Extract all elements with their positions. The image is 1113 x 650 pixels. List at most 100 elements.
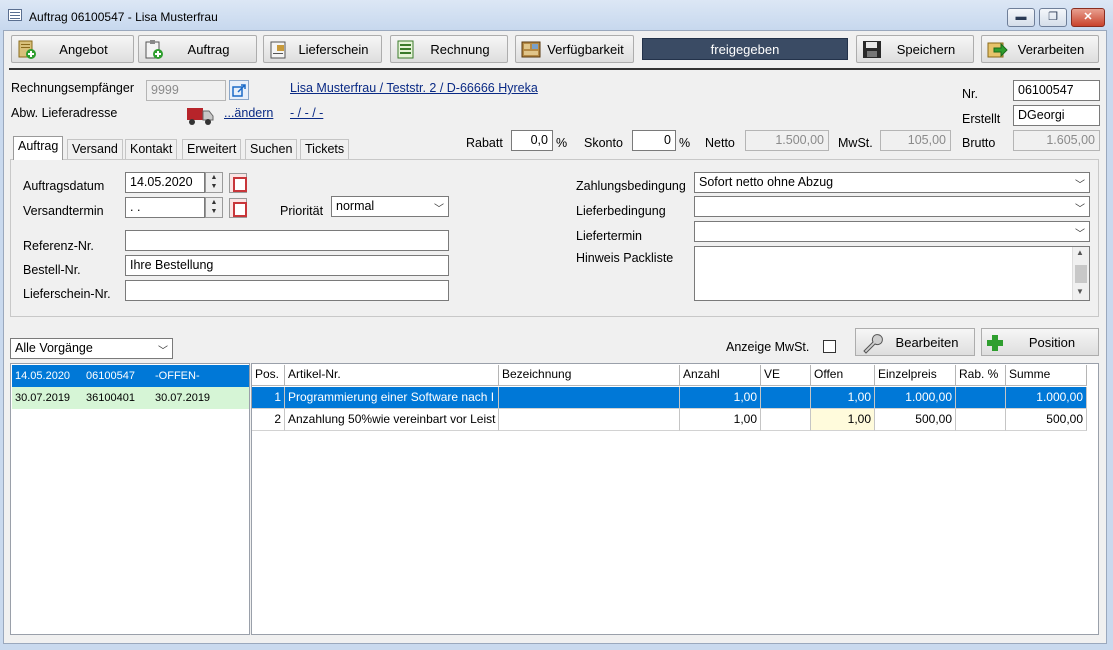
zahlungsbedingung-value: Sofort netto ohne Abzug bbox=[699, 175, 834, 189]
column-header-einzelpreis[interactable]: Einzelpreis bbox=[875, 365, 956, 386]
clipboard-add-icon bbox=[145, 40, 163, 59]
tab-erweitert[interactable]: Erweitert bbox=[182, 139, 242, 159]
erstellt-field[interactable]: DGeorgi bbox=[1013, 105, 1100, 126]
list-item-date: 30.07.2019 bbox=[15, 392, 71, 404]
auftragsdatum-field[interactable]: 14.05.2020 bbox=[125, 172, 205, 193]
cell-einzelpreis[interactable]: 1.000,00 bbox=[875, 387, 956, 409]
verarbeiten-button[interactable]: Verarbeiten bbox=[981, 35, 1099, 63]
cell-summe[interactable]: 1.000,00 bbox=[1006, 387, 1087, 409]
prioritaet-select[interactable]: normal ﹀ bbox=[331, 196, 449, 217]
lieferbedingung-label: Lieferbedingung bbox=[576, 204, 666, 218]
angebot-button[interactable]: Angebot bbox=[11, 35, 134, 63]
list-item[interactable]: 14.05.2020 06100547 -OFFEN- bbox=[12, 365, 249, 387]
anzeige-mwst-checkbox[interactable] bbox=[823, 340, 836, 353]
hinweis-packliste-textarea[interactable] bbox=[694, 246, 1090, 301]
column-header-summe[interactable]: Summe bbox=[1006, 365, 1087, 386]
cell-pos[interactable]: 1 bbox=[252, 387, 285, 409]
skonto-field[interactable]: 0 bbox=[632, 130, 676, 151]
cell-rabatt[interactable] bbox=[956, 387, 1006, 409]
column-header-anzahl[interactable]: Anzahl bbox=[680, 365, 761, 386]
tab-auftrag[interactable]: Auftrag bbox=[13, 136, 64, 160]
minimize-button[interactable]: ▬ bbox=[1007, 8, 1035, 27]
process-arrow-icon bbox=[987, 42, 1008, 58]
column-header-ve[interactable]: VE bbox=[761, 365, 811, 386]
column-header-offen[interactable]: Offen bbox=[811, 365, 875, 386]
cell-pos[interactable]: 2 bbox=[252, 409, 285, 431]
lieferbedingung-select[interactable]: ﹀ bbox=[694, 196, 1090, 217]
versandtermin-label: Versandtermin bbox=[23, 204, 104, 218]
cell-artikel[interactable]: Anzahlung 50%wie vereinbart vor Leist bbox=[285, 409, 499, 431]
cell-offen[interactable]: 1,00 bbox=[811, 409, 875, 431]
rechnungsempfaenger-field[interactable]: 9999 bbox=[146, 80, 226, 101]
auftragsdatum-spinner[interactable]: ▲ ▼ bbox=[205, 172, 223, 193]
cell-bezeichnung[interactable] bbox=[499, 387, 680, 409]
cell-ve[interactable] bbox=[761, 387, 811, 409]
customer-address-link[interactable]: Lisa Musterfrau / Teststr. 2 / D-66666 H… bbox=[290, 81, 538, 95]
list-item-nr: 36100401 bbox=[86, 392, 135, 404]
rechnung-button[interactable]: Rechnung bbox=[390, 35, 508, 63]
cell-artikel[interactable]: Programmierung einer Software nach I bbox=[285, 387, 499, 409]
skonto-label: Skonto bbox=[584, 136, 623, 150]
open-customer-button[interactable] bbox=[229, 80, 249, 100]
lieferschein-button[interactable]: Lieferschein bbox=[263, 35, 382, 63]
column-header-artikel[interactable]: Artikel-Nr. bbox=[285, 365, 499, 386]
aendern-link[interactable]: ...ändern bbox=[224, 106, 273, 120]
cell-anzahl[interactable]: 1,00 bbox=[680, 409, 761, 431]
cell-einzelpreis[interactable]: 500,00 bbox=[875, 409, 956, 431]
liefertermin-select[interactable]: ﹀ bbox=[694, 221, 1090, 242]
mwst-field: 105,00 bbox=[880, 130, 951, 151]
maximize-button[interactable]: ❐ bbox=[1039, 8, 1067, 27]
textarea-scrollbar[interactable]: ▲ ▼ bbox=[1072, 247, 1089, 300]
add-position-button[interactable]: Position bbox=[981, 328, 1099, 356]
nr-field[interactable]: 06100547 bbox=[1013, 80, 1100, 101]
close-button[interactable]: ✕ bbox=[1071, 8, 1105, 27]
window-icon bbox=[8, 9, 22, 21]
tab-versand[interactable]: Versand bbox=[67, 139, 123, 159]
scrollbar-thumb[interactable] bbox=[1075, 265, 1087, 283]
auftrag-button[interactable]: Auftrag bbox=[138, 35, 257, 63]
lieferschein-nr-field[interactable] bbox=[125, 280, 449, 301]
scroll-up-icon[interactable]: ▲ bbox=[1076, 248, 1084, 257]
brutto-label: Brutto bbox=[962, 136, 996, 150]
cell-summe[interactable]: 500,00 bbox=[1006, 409, 1087, 431]
cell-bezeichnung[interactable] bbox=[499, 409, 680, 431]
list-item-date: 14.05.2020 bbox=[15, 370, 71, 382]
save-button[interactable]: Speichern bbox=[856, 35, 974, 63]
referenz-field[interactable] bbox=[125, 230, 449, 251]
cell-anzahl[interactable]: 1,00 bbox=[680, 387, 761, 409]
bestell-field[interactable]: Ihre Bestellung bbox=[125, 255, 449, 276]
rabatt-field[interactable]: 0,0 bbox=[511, 130, 553, 151]
brutto-field: 1.605,00 bbox=[1013, 130, 1100, 151]
bearbeiten-button[interactable]: Bearbeiten bbox=[855, 328, 975, 356]
calendar-icon[interactable] bbox=[229, 198, 247, 218]
scroll-down-icon[interactable]: ▼ bbox=[1076, 287, 1084, 296]
column-header-pos[interactable]: Pos. bbox=[252, 365, 285, 386]
skonto-unit: % bbox=[679, 136, 691, 150]
verfuegbarkeit-button[interactable]: Verfügbarkeit bbox=[515, 35, 634, 63]
cell-rabatt[interactable] bbox=[956, 409, 1006, 431]
save-label: Speichern bbox=[896, 41, 956, 57]
versandtermin-field[interactable]: . . bbox=[125, 197, 205, 218]
warehouse-shelf-icon bbox=[521, 41, 541, 58]
calendar-icon[interactable] bbox=[229, 173, 247, 193]
auftrag-label: Auftrag bbox=[187, 41, 230, 57]
rechnungsempfaenger-label: Rechnungsempfänger bbox=[11, 81, 134, 95]
anzeige-mwst-label: Anzeige MwSt. bbox=[726, 340, 810, 354]
chevron-down-icon: ﹀ bbox=[434, 204, 444, 215]
toolbar-separator bbox=[9, 68, 1100, 70]
cell-ve[interactable] bbox=[761, 409, 811, 431]
column-header-bezeichnung[interactable]: Bezeichnung bbox=[499, 365, 680, 386]
list-item-nr: 06100547 bbox=[86, 370, 135, 382]
verfuegbarkeit-label: Verfügbarkeit bbox=[547, 41, 624, 57]
list-item[interactable]: 30.07.2019 36100401 30.07.2019 bbox=[12, 387, 249, 409]
tab-kontakt[interactable]: Kontakt bbox=[125, 139, 178, 159]
zahlungsbedingung-select[interactable]: Sofort netto ohne Abzug ﹀ bbox=[694, 172, 1090, 193]
wrench-icon bbox=[863, 334, 883, 354]
cell-offen[interactable]: 1,00 bbox=[811, 387, 875, 409]
vorgaenge-filter-select[interactable]: Alle Vorgänge ﹀ bbox=[10, 338, 173, 359]
document-add-icon bbox=[18, 40, 36, 59]
column-header-rabatt[interactable]: Rab. % bbox=[956, 365, 1006, 386]
versandtermin-spinner[interactable]: ▲ ▼ bbox=[205, 197, 223, 218]
tab-suchen[interactable]: Suchen bbox=[245, 139, 298, 159]
tab-tickets[interactable]: Tickets bbox=[300, 139, 350, 159]
